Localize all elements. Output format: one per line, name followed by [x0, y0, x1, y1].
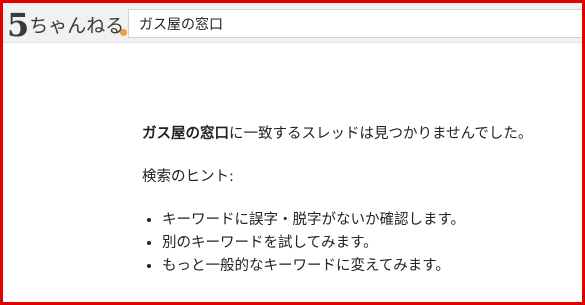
header-bar: 5 ちゃんねる	[3, 3, 582, 43]
results-area: ガス屋の窓口に一致するスレッドは見つかりませんでした。 検索のヒント: キーワー…	[142, 121, 532, 278]
hint-list: キーワードに誤字・脱字がないか確認します。 別のキーワードを試してみます。 もっ…	[142, 209, 532, 278]
list-item: 別のキーワードを試してみます。	[162, 232, 532, 255]
logo-text: ちゃんねる	[29, 15, 125, 37]
hint-title: 検索のヒント:	[142, 169, 234, 185]
no-results-message: ガス屋の窓口に一致するスレッドは見つかりませんでした。	[142, 121, 532, 147]
list-item: キーワードに誤字・脱字がないか確認します。	[162, 209, 532, 232]
site-logo[interactable]: 5 ちゃんねる	[7, 6, 128, 44]
no-match-text: に一致するスレッドは見つかりませんでした。	[229, 126, 533, 142]
page-frame: 5 ちゃんねる ガス屋の窓口に一致するスレッドは見つかりませんでした。 検索のヒ…	[0, 0, 585, 305]
list-item: もっと一般的なキーワードに変えてみます。	[162, 255, 532, 278]
search-input[interactable]	[128, 9, 582, 38]
logo-number: 5	[7, 6, 29, 44]
search-query: ガス屋の窓口	[142, 126, 229, 142]
logo-dot-icon	[120, 29, 128, 36]
